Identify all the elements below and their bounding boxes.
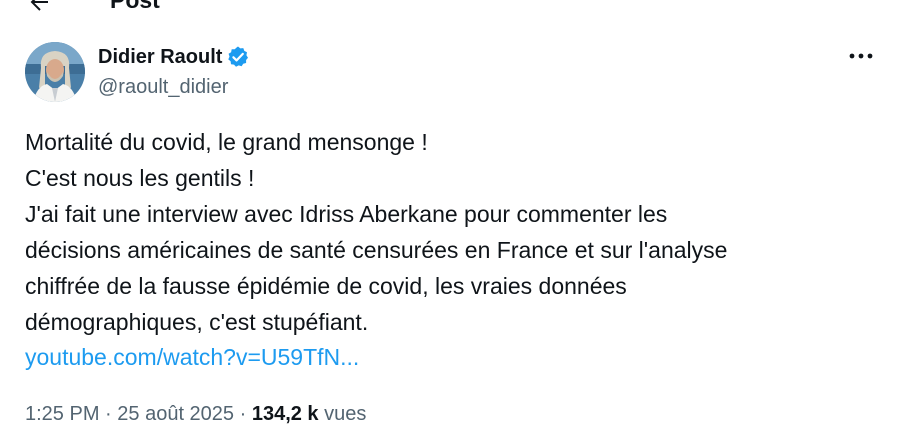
post-date[interactable]: 25 août 2025 — [117, 403, 234, 425]
post-page: Post Didier Raoult @raoult_didier Mortal… — [0, 0, 899, 445]
name-row: Didier Raoult — [98, 44, 250, 70]
views-label: vues — [318, 403, 367, 425]
avatar-image — [25, 42, 85, 102]
meta-separator: · — [234, 403, 252, 425]
post-header: Post — [0, 0, 899, 14]
arrow-left-icon[interactable] — [26, 0, 52, 14]
meta-separator: · — [99, 403, 118, 425]
user-handle[interactable]: @raoult_didier — [98, 74, 250, 100]
post-time[interactable]: 1:25 PM — [25, 403, 99, 425]
post-meta: 1:25 PM · 25 août 2025 · 134,2 k vues — [25, 400, 366, 428]
verified-badge-icon[interactable] — [226, 45, 250, 69]
more-horizontal-icon[interactable] — [848, 48, 874, 64]
display-name[interactable]: Didier Raoult — [98, 44, 222, 70]
avatar[interactable] — [25, 42, 85, 102]
page-title: Post — [110, 0, 160, 13]
post-text: Mortalité du covid, le grand mensonge ! … — [25, 129, 728, 335]
post-link[interactable]: youtube.com/watch?v=U59TfN... — [25, 339, 359, 375]
views-count: 134,2 k — [251, 403, 319, 425]
author-info: Didier Raoult @raoult_didier — [98, 44, 250, 100]
